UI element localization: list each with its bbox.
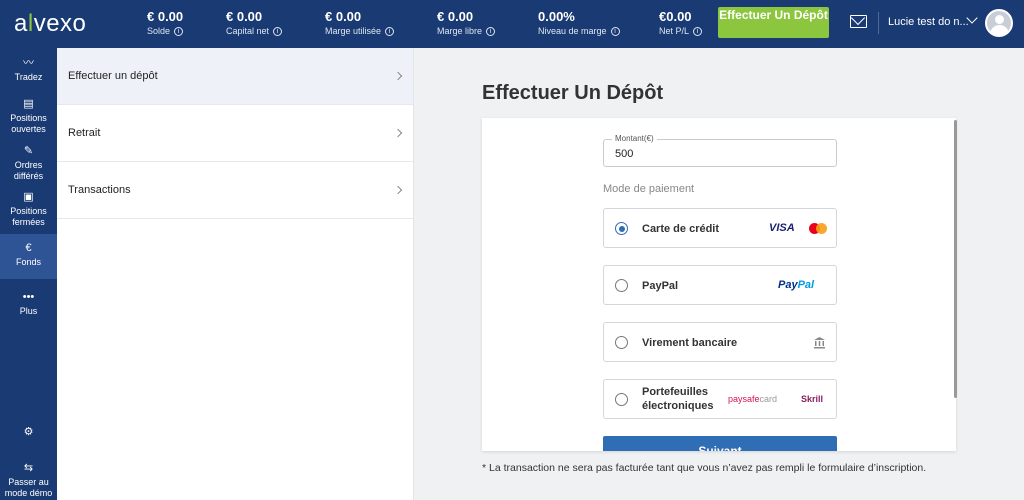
option-label: PayPal — [642, 280, 679, 292]
stat-value: 0.00% — [538, 9, 575, 24]
nav-item-open-positions[interactable]: ▤ Positions ouvertes — [0, 98, 57, 135]
nav-item-funds[interactable]: € Fonds — [0, 234, 57, 279]
chevron-right-icon — [393, 128, 403, 138]
nav-label: Plus — [19, 306, 38, 316]
option-label: Carte de crédit — [642, 223, 720, 235]
paysafecard-logo: paysafecard — [728, 394, 778, 404]
nav-label: Ordres différés — [13, 160, 44, 181]
stat-label: Marge utilisée — [325, 26, 382, 36]
info-icon[interactable]: i — [693, 26, 703, 36]
info-icon[interactable]: i — [610, 26, 620, 36]
user-name[interactable]: Lucie test do n... — [888, 16, 969, 28]
radio-button[interactable] — [615, 222, 628, 235]
side-nav: 〰 Tradez ▤ Positions ouvertes ✎ Ordres d… — [0, 48, 57, 500]
stat-free-margin: € 0.00 Marge libre i — [437, 9, 496, 36]
payment-method-heading: Mode de paiement — [603, 183, 695, 195]
stat-net-capital: € 0.00 Capital net i — [226, 9, 283, 36]
chevron-right-icon — [393, 71, 403, 81]
info-icon[interactable]: i — [174, 26, 184, 36]
radio-button[interactable] — [615, 393, 628, 406]
option-label: Virement bancaire — [642, 337, 738, 349]
divider — [878, 12, 879, 34]
payment-option-bank-transfer[interactable]: Virement bancaire — [603, 322, 837, 362]
nav-item-tradez[interactable]: 〰 Tradez — [0, 57, 57, 83]
stat-label: Capital net — [226, 26, 270, 36]
chevron-right-icon — [393, 185, 403, 195]
edit-icon: ✎ — [23, 145, 34, 157]
payment-option-credit-card[interactable]: Carte de crédit VISA — [603, 208, 837, 248]
gear-icon: ⚙ — [23, 426, 34, 438]
payment-option-e-wallets[interactable]: Portefeuilles électroniques paysafecard S… — [603, 379, 837, 419]
deposit-button[interactable]: Effectuer Un Dépôt — [718, 7, 829, 38]
amount-field[interactable]: Montant(€) — [603, 134, 837, 167]
skrill-logo: Skrill — [801, 394, 824, 404]
nav-item-settings[interactable]: ⚙ — [0, 426, 57, 441]
stat-balance: € 0.00 Solde i — [147, 9, 183, 36]
nav-label: Fonds — [15, 257, 41, 267]
funds-menu: Effectuer un dépôt Retrait Transactions — [57, 48, 414, 500]
nav-item-demo-mode[interactable]: ⇆ Passer au mode démo — [0, 462, 57, 499]
info-icon[interactable]: i — [486, 26, 496, 36]
next-button[interactable]: Suivant — [603, 436, 837, 451]
avatar[interactable] — [985, 9, 1013, 37]
page-title: Effectuer Un Dépôt — [482, 82, 664, 104]
menu-item-withdrawal[interactable]: Retrait — [57, 105, 413, 162]
stat-value: € 0.00 — [147, 9, 184, 24]
stat-margin-level: 0.00% Niveau de marge i — [538, 9, 620, 36]
bank-icon — [814, 337, 825, 349]
mail-icon[interactable] — [850, 15, 867, 28]
switch-icon: ⇆ — [23, 462, 34, 474]
stat-value: € 0.00 — [325, 9, 362, 24]
stat-value: € 0.00 — [437, 9, 474, 24]
stat-label: Niveau de marge — [538, 26, 607, 36]
briefcase-icon: ▣ — [23, 191, 34, 203]
info-icon[interactable]: i — [385, 26, 395, 36]
info-icon[interactable]: i — [273, 26, 283, 36]
nav-label: Passer au mode démo — [4, 477, 53, 498]
stat-value: € 0.00 — [226, 9, 263, 24]
stat-used-margin: € 0.00 Marge utilisée i — [325, 9, 395, 36]
amount-input[interactable] — [615, 148, 815, 160]
amount-label: Montant(€) — [612, 134, 657, 143]
menu-item-transactions[interactable]: Transactions — [57, 162, 413, 219]
stat-net-pl: €0.00 Net P/L i — [659, 9, 703, 36]
radio-button[interactable] — [615, 336, 628, 349]
nav-item-closed-positions[interactable]: ▣ Positions fermées — [0, 191, 57, 228]
stat-value: €0.00 — [659, 9, 692, 24]
document-icon: ▤ — [23, 98, 34, 110]
mastercard-logo — [809, 223, 827, 234]
main-content: Effectuer Un Dépôt Montant(€) Mode de pa… — [415, 48, 1024, 500]
more-icon: ••• — [22, 291, 35, 303]
menu-item-label: Effectuer un dépôt — [68, 70, 158, 82]
payment-option-paypal[interactable]: PayPal PayPal — [603, 265, 837, 305]
paypal-logo: PayPal — [778, 279, 815, 291]
deposit-card: Montant(€) Mode de paiement Carte de cré… — [482, 118, 956, 451]
footnote: * La transaction ne sera pas facturée ta… — [482, 462, 927, 474]
scrollbar[interactable] — [954, 120, 957, 398]
nav-label: Tradez — [14, 72, 43, 82]
nav-label: Positions fermées — [10, 206, 47, 227]
menu-item-label: Transactions — [68, 184, 131, 196]
menu-item-label: Retrait — [68, 127, 101, 139]
option-label: Portefeuilles électroniques — [642, 386, 714, 412]
alvexo-logo[interactable]: alvexo — [0, 10, 112, 38]
stat-label: Net P/L — [659, 26, 690, 36]
radio-button[interactable] — [615, 279, 628, 292]
nav-item-pending-orders[interactable]: ✎ Ordres différés — [0, 145, 57, 182]
chart-line-icon: 〰 — [23, 57, 34, 69]
nav-item-more[interactable]: ••• Plus — [0, 291, 57, 317]
stat-label: Marge libre — [437, 26, 483, 36]
euro-icon: € — [25, 242, 32, 254]
menu-item-deposit[interactable]: Effectuer un dépôt — [57, 48, 413, 105]
visa-logo: VISA — [769, 222, 795, 234]
top-bar: alvexo € 0.00 Solde i € 0.00 Capital net i… — [0, 0, 1024, 48]
nav-label: Positions ouvertes — [10, 113, 47, 134]
stat-label: Solde — [147, 26, 171, 36]
